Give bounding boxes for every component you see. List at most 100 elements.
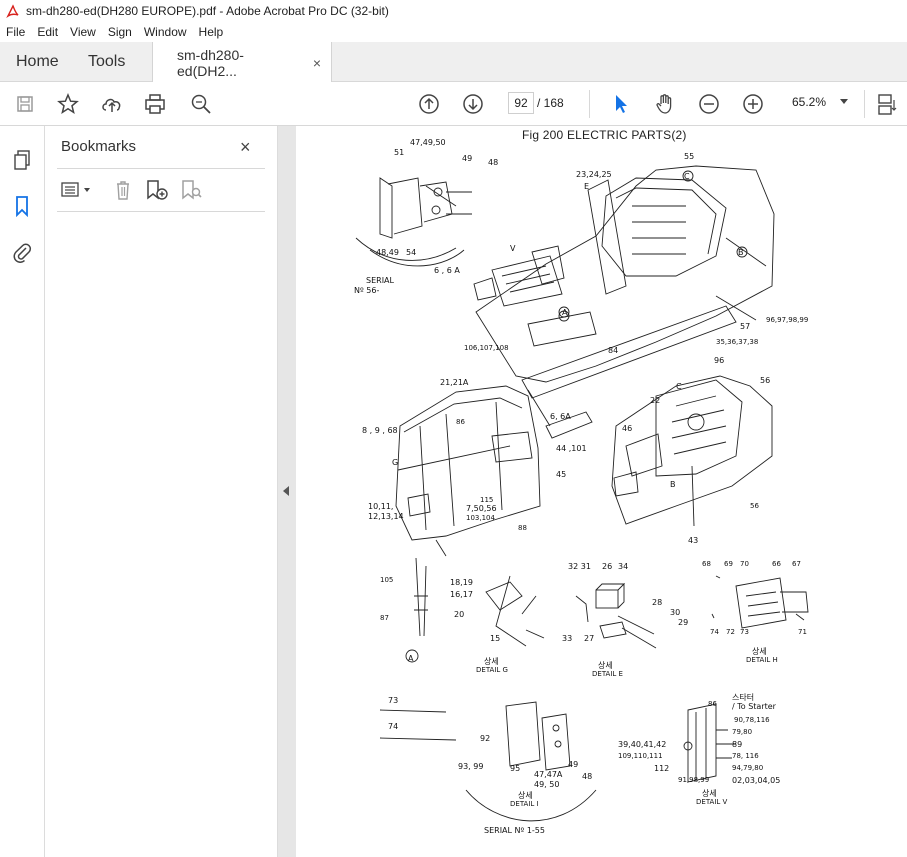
menu-help[interactable]: Help — [193, 25, 230, 39]
divider — [57, 211, 265, 212]
bookmark-options-button[interactable] — [61, 178, 93, 202]
detail-label: DETAIL E — [592, 670, 623, 678]
callout-label: 33 — [562, 634, 573, 643]
menu-sign[interactable]: Sign — [102, 25, 138, 39]
zoom-in-icon[interactable] — [740, 91, 766, 117]
callout-label: 22 — [650, 396, 661, 405]
zoom-out-icon[interactable] — [696, 91, 722, 117]
zoom-level[interactable]: 65.2% — [792, 95, 826, 109]
tab-close-icon[interactable]: × — [313, 55, 321, 71]
save-icon[interactable] — [12, 91, 38, 117]
callout-label: 29 — [678, 618, 689, 627]
detail-i-drawing — [379, 701, 597, 822]
page-number-input[interactable]: 92 — [508, 92, 534, 114]
callout-label: 30 — [670, 608, 681, 617]
attachment-icon[interactable] — [10, 240, 34, 264]
callout-label: 16,17 — [450, 590, 473, 599]
callout-label: 57 — [740, 322, 751, 331]
callout-label: 105 — [380, 576, 394, 584]
callout-label: 56 — [750, 502, 759, 510]
previous-page-icon[interactable] — [416, 91, 442, 117]
callout-label: 73 — [740, 628, 749, 636]
print-icon[interactable] — [142, 91, 168, 117]
divider — [57, 168, 265, 169]
callout-label: 96,97,98,99 — [766, 316, 809, 324]
pages-thumbnail-icon[interactable] — [10, 148, 34, 172]
tab-document[interactable]: sm-dh280-ed(DH2... × — [152, 42, 332, 83]
callout-label: 67 — [792, 560, 801, 568]
select-cursor-icon[interactable] — [608, 91, 634, 117]
star-icon[interactable] — [55, 91, 81, 117]
callout-label: 21,21A — [440, 378, 469, 387]
callout-label: 49 — [462, 154, 473, 163]
callout-label: SERIAL — [366, 276, 394, 285]
callout-label: 45 — [556, 470, 567, 479]
callout-label: 48 — [582, 772, 593, 781]
callout-label: 6, 6A — [550, 412, 571, 421]
menu-bar: File Edit View Sign Window Help — [0, 22, 907, 42]
callout-label: 68 — [702, 560, 711, 568]
callout-label: 115 — [480, 496, 494, 504]
menu-view[interactable]: View — [64, 25, 102, 39]
page-fit-icon[interactable] — [874, 91, 900, 117]
callout-label: 66 — [772, 560, 781, 568]
close-panel-icon[interactable]: × — [240, 137, 251, 158]
serial-label: SERIAL Nº 1-55 — [484, 826, 545, 835]
callout-label: 23,24,25 — [576, 170, 612, 179]
callout-label: 86 — [708, 700, 717, 708]
toolbar-divider — [589, 90, 590, 118]
callout-label: Nº 56- — [354, 286, 380, 295]
detail-label: DETAIL I — [510, 800, 539, 808]
callout-label: 87 — [380, 614, 389, 622]
callout-label: 93, 99 — [458, 762, 484, 771]
collapse-arrow-icon[interactable] — [283, 486, 289, 496]
callout-label: 92 — [480, 734, 491, 743]
callout-label: 8 , 9 , 68 — [362, 426, 398, 435]
next-page-icon[interactable] — [460, 91, 486, 117]
menu-window[interactable]: Window — [138, 25, 193, 39]
callout-label: 106,107,108 — [464, 344, 509, 352]
callout-label: A — [562, 308, 568, 317]
callout-label: 109,110,111 — [618, 752, 663, 760]
callout-label: 54 — [406, 248, 417, 257]
bookmark-icon[interactable] — [10, 194, 34, 218]
title-bar: sm-dh280-ed(DH280 EUROPE).pdf - Adobe Ac… — [0, 0, 907, 22]
menu-edit[interactable]: Edit — [31, 25, 64, 39]
zoom-search-icon[interactable] — [188, 91, 214, 117]
callout-label: 88 — [518, 524, 527, 532]
callout-label: 34 — [618, 562, 629, 571]
callout-label: 103,104 — [466, 514, 495, 522]
callout-label: 28 — [652, 598, 663, 607]
callout-label: 84 — [608, 346, 619, 355]
detail-g-drawing — [405, 557, 545, 663]
callout-label: 95 — [510, 764, 521, 773]
tab-home[interactable]: Home — [16, 42, 59, 82]
detail-v-drawing — [683, 703, 736, 783]
callout-label: 96 — [714, 356, 725, 365]
hand-tool-icon[interactable] — [652, 91, 678, 117]
detail-h-drawing — [711, 575, 809, 629]
cloud-upload-icon[interactable] — [99, 91, 125, 117]
callout-label: 12,13,14 — [368, 512, 404, 521]
delete-bookmark-icon[interactable] — [113, 178, 133, 202]
bookmark-search-icon[interactable] — [180, 178, 204, 202]
callout-label: 70 — [740, 560, 749, 568]
callout-label: 27 — [584, 634, 595, 643]
upper-frame-drawing — [425, 165, 775, 439]
callout-label: 69 — [724, 560, 733, 568]
callout-label: 74 — [388, 722, 399, 731]
callout-label: 79,80 — [732, 728, 753, 736]
document-viewer[interactable]: Fig 200 ELECTRIC PARTS(2) 47,49,50 51 49… — [296, 126, 907, 857]
callout-label: 49 — [568, 760, 579, 769]
panel-splitter[interactable] — [278, 126, 296, 857]
callout-label: 20 — [454, 610, 465, 619]
chevron-down-icon[interactable] — [840, 99, 848, 105]
callout-label: 78, 116 — [732, 752, 759, 760]
callout-label: C — [684, 172, 690, 181]
callout-label: 86 — [456, 418, 465, 426]
callout-label: 49, 50 — [534, 780, 560, 789]
menu-file[interactable]: File — [0, 25, 31, 39]
tab-tools[interactable]: Tools — [88, 42, 125, 82]
toolbar: 92 / 168 65.2% — [0, 82, 907, 126]
new-bookmark-icon[interactable] — [145, 178, 169, 202]
